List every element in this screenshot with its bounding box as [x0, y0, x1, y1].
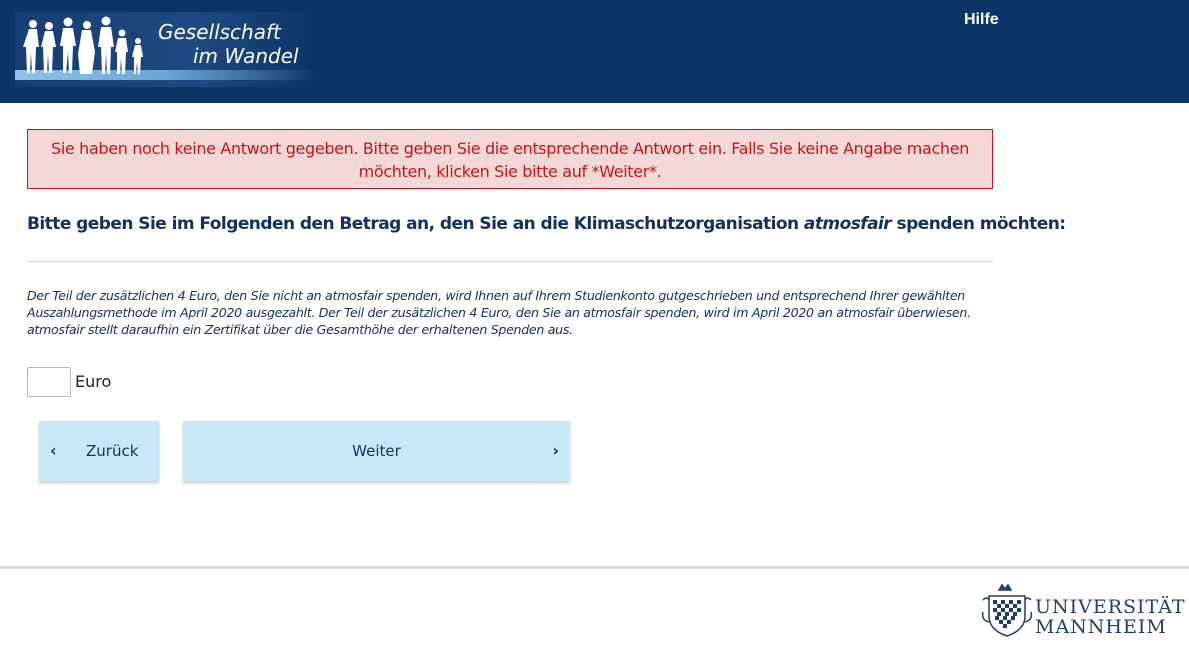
next-button[interactable]: Weiter › — [183, 421, 570, 481]
question-emphasis: atmosfair — [803, 214, 892, 234]
error-message-text: Sie haben noch keine Antwort gegeben. Bi… — [51, 139, 969, 181]
university-crest-icon — [981, 583, 1033, 637]
chevron-left-icon: ‹ — [50, 441, 57, 460]
info-text: Der Teil der zusätzlichen 4 Euro, den Si… — [27, 288, 971, 337]
university-name-line2: MANNHEIM — [1035, 616, 1167, 638]
help-link[interactable]: Hilfe — [964, 11, 999, 29]
university-name-line1: UNIVERSITÄT — [1035, 596, 1186, 618]
back-button[interactable]: ‹ Zurück — [39, 421, 159, 481]
people-silhouettes-icon — [23, 16, 143, 74]
back-button-label: Zurück — [86, 442, 139, 460]
university-mannheim-logo: UNIVERSITÄT MANNHEIM — [981, 582, 1186, 640]
amount-input[interactable] — [27, 367, 71, 397]
footer-divider — [0, 566, 1189, 569]
question-divider — [27, 261, 993, 262]
logo-text-line2: im Wandel — [193, 44, 299, 68]
question-text-after: spenden möchten: — [891, 214, 1067, 234]
question-text: Bitte geben Sie im Folgenden den Betrag … — [27, 214, 1066, 234]
gesellschaft-im-wandel-logo: Gesellschaft im Wandel — [15, 12, 315, 87]
site-header: Gesellschaft im Wandel Hilfe — [0, 0, 1189, 103]
chevron-right-icon: › — [552, 441, 559, 460]
next-button-label: Weiter — [352, 442, 401, 460]
euro-unit-label: Euro — [75, 372, 112, 391]
error-message-box: Sie haben noch keine Antwort gegeben. Bi… — [27, 129, 993, 189]
question-text-before: Bitte geben Sie im Folgenden den Betrag … — [27, 214, 804, 234]
logo-text-line1: Gesellschaft — [158, 20, 281, 44]
